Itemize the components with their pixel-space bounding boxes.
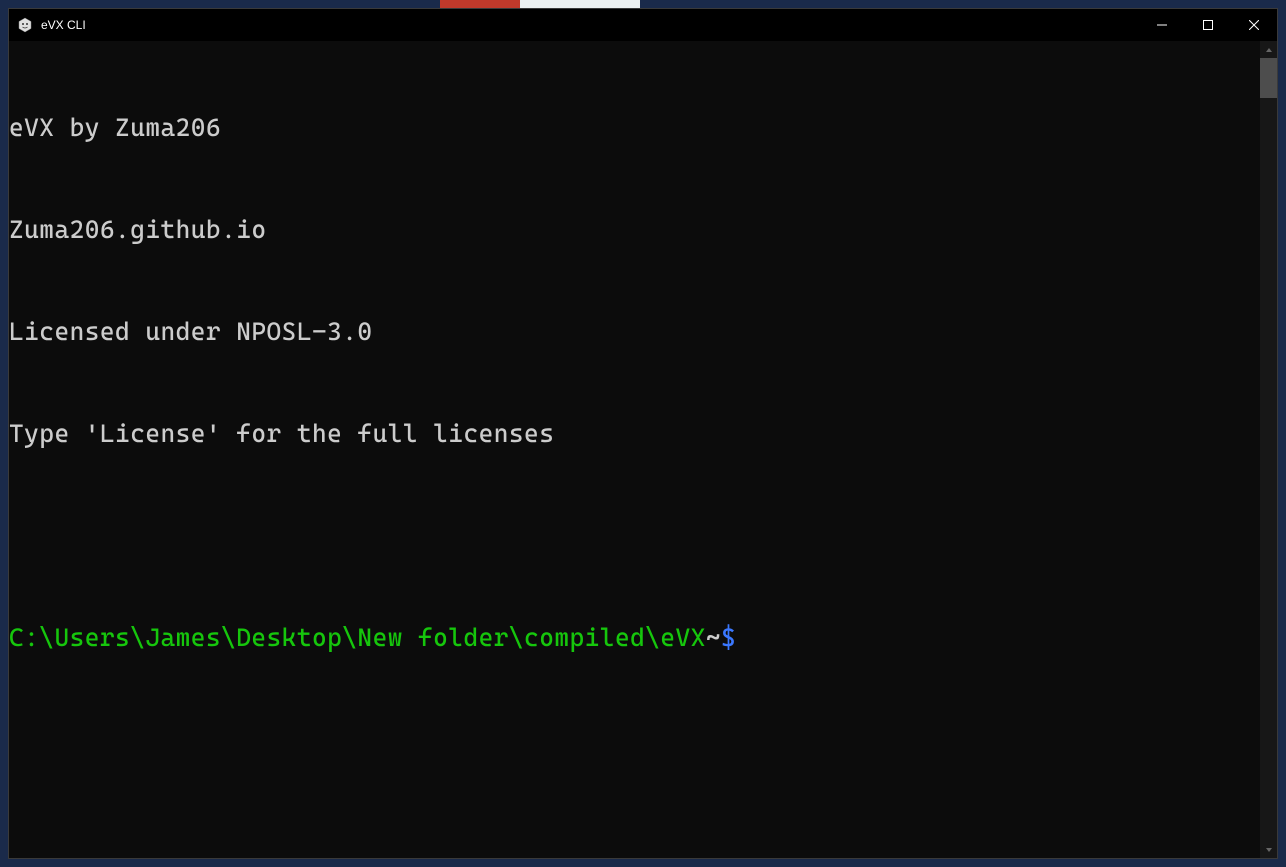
- window-controls: [1139, 9, 1277, 41]
- vertical-scrollbar[interactable]: [1260, 41, 1277, 858]
- terminal-area: eVX by Zuma206 Zuma206.github.io License…: [9, 41, 1277, 858]
- window-title: eVX CLI: [41, 18, 86, 32]
- terminal-window: eVX CLI eVX by Zuma206 Zuma206.github.io…: [8, 8, 1278, 859]
- prompt-separator: ~: [706, 623, 721, 652]
- close-button[interactable]: [1231, 9, 1277, 41]
- prompt-symbol: $: [721, 623, 736, 652]
- output-line: Type 'License' for the full licenses: [9, 417, 1260, 451]
- prompt-path: C:\Users\James\Desktop\New folder\compil…: [9, 623, 706, 652]
- output-line: Zuma206.github.io: [9, 213, 1260, 247]
- scrollbar-up-arrow-icon[interactable]: [1260, 41, 1277, 58]
- output-line: Licensed under NPOSL-3.0: [9, 315, 1260, 349]
- app-icon: [17, 17, 33, 33]
- minimize-button[interactable]: [1139, 9, 1185, 41]
- titlebar[interactable]: eVX CLI: [9, 9, 1277, 41]
- prompt-line: C:\Users\James\Desktop\New folder\compil…: [9, 621, 1260, 655]
- blank-line: [9, 519, 1260, 553]
- output-line: eVX by Zuma206: [9, 111, 1260, 145]
- scrollbar-down-arrow-icon[interactable]: [1260, 841, 1277, 858]
- terminal-output[interactable]: eVX by Zuma206 Zuma206.github.io License…: [9, 41, 1260, 858]
- desktop-background-fragment: [440, 0, 640, 8]
- scrollbar-thumb[interactable]: [1260, 58, 1277, 98]
- maximize-button[interactable]: [1185, 9, 1231, 41]
